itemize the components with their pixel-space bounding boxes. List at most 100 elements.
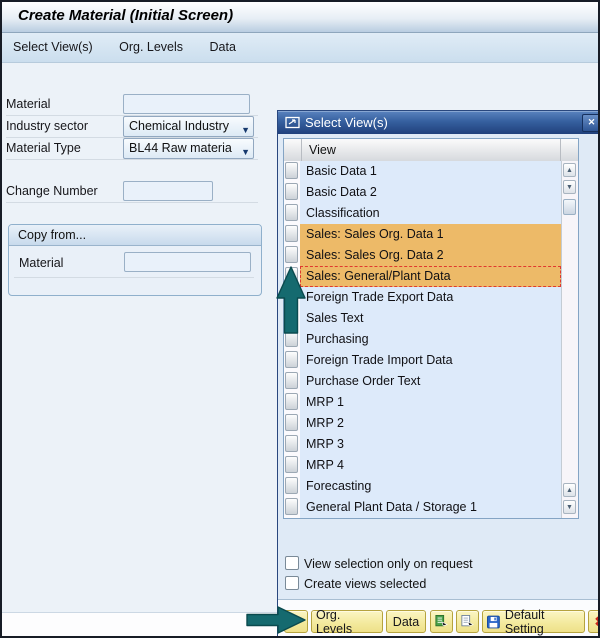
view-name: Foreign Trade Export Data: [300, 287, 561, 308]
select-views-dialog: Select View(s) ✕ View Basic Data 1: [277, 110, 599, 636]
view-name: Classification: [300, 203, 561, 224]
row-selector[interactable]: [285, 477, 298, 494]
scrollbar[interactable]: ▲ ▼ ▲ ▼: [561, 161, 578, 518]
table-row[interactable]: Purchasing: [284, 329, 561, 350]
view-name: Sales: General/Plant Data: [300, 266, 561, 287]
header-corner-cell: [561, 139, 578, 161]
row-selector[interactable]: [285, 435, 298, 452]
org-levels-button[interactable]: Org. Levels: [311, 610, 383, 633]
row-selector[interactable]: [285, 456, 298, 473]
row-selector[interactable]: [285, 414, 298, 431]
create-views-selected-option: Create views selected: [285, 576, 426, 592]
industry-sector-select[interactable]: Chemical Industry ▼: [123, 116, 254, 137]
button-label: Data: [393, 615, 419, 629]
row-selector[interactable]: [285, 183, 298, 200]
view-name: Purchasing: [300, 329, 561, 350]
copy-from-groupbox: Copy from... Material: [8, 224, 262, 296]
copy-from-material-label: Material: [19, 253, 63, 273]
table-row[interactable]: Basic Data 1: [284, 161, 561, 182]
table-row[interactable]: MRP 1: [284, 392, 561, 413]
table-row[interactable]: Sales: Sales Org. Data 2: [284, 245, 561, 266]
table-row[interactable]: Purchase Order Text: [284, 371, 561, 392]
button-label: Org. Levels: [316, 608, 378, 636]
table-row[interactable]: Foreign Trade Export Data: [284, 287, 561, 308]
row-selector[interactable]: [285, 393, 298, 410]
scroll-down-icon[interactable]: ▼: [563, 500, 576, 514]
checkbox[interactable]: [285, 576, 299, 590]
row-selector[interactable]: [285, 225, 298, 242]
row-selector[interactable]: [285, 498, 298, 515]
deselect-all-button[interactable]: [456, 610, 479, 633]
table-row[interactable]: MRP 3: [284, 434, 561, 455]
dialog-title: Select View(s): [305, 115, 388, 130]
toolbar-select-views-button[interactable]: Select View(s): [2, 33, 104, 62]
view-name: MRP 4: [300, 455, 561, 476]
scroll-up-icon[interactable]: ▲: [563, 163, 576, 177]
select-all-button[interactable]: [430, 610, 453, 633]
data-button[interactable]: Data: [386, 610, 426, 633]
table-row[interactable]: General Plant Data / Storage 1: [284, 497, 561, 518]
table-row[interactable]: Sales: Sales Org. Data 1: [284, 224, 561, 245]
toolbar-data-button[interactable]: Data: [199, 33, 247, 62]
sap-window: Create Material (Initial Screen) Select …: [0, 0, 600, 638]
view-name: Sales Text: [300, 308, 561, 329]
page-title: Create Material (Initial Screen): [18, 7, 233, 24]
row-selector[interactable]: [285, 246, 298, 263]
button-label: Default Setting: [505, 608, 580, 636]
divider: [14, 277, 254, 278]
industry-sector-value: Chemical Industry: [129, 119, 229, 133]
views-table: View Basic Data 1 Basic Data 2: [283, 138, 579, 519]
material-type-select[interactable]: BL44 Raw materia ▼: [123, 138, 254, 159]
select-all-header-cell[interactable]: [284, 139, 302, 161]
table-row[interactable]: Classification: [284, 203, 561, 224]
view-name: General Plant Data / Storage 1: [300, 497, 561, 518]
scroll-up-icon[interactable]: ▲: [563, 483, 576, 497]
screen-window-icon: [285, 116, 301, 129]
table-row[interactable]: MRP 2: [284, 413, 561, 434]
table-row[interactable]: Foreign Trade Import Data: [284, 350, 561, 371]
view-name: MRP 1: [300, 392, 561, 413]
row-selector[interactable]: [285, 372, 298, 389]
table-row[interactable]: MRP 4: [284, 455, 561, 476]
table-row[interactable]: Basic Data 2: [284, 182, 561, 203]
table-row[interactable]: Sales Text: [284, 308, 561, 329]
material-type-label: Material Type: [6, 138, 81, 158]
change-number-input[interactable]: [123, 181, 213, 201]
view-name: Sales: Sales Org. Data 2: [300, 245, 561, 266]
copy-from-title: Copy from...: [9, 225, 261, 246]
copy-from-material-input[interactable]: [124, 252, 251, 272]
change-number-label: Change Number: [6, 181, 98, 201]
industry-sector-label: Industry sector: [6, 116, 88, 136]
view-name: Forecasting: [300, 476, 561, 497]
window-titlebar: Create Material (Initial Screen): [2, 2, 598, 33]
table-row[interactable]: Sales: General/Plant Data: [284, 266, 561, 287]
deselect-all-icon: [461, 614, 474, 629]
view-name: Basic Data 1: [300, 161, 561, 182]
toolbar-org-levels-button[interactable]: Org. Levels: [108, 33, 194, 62]
table-body: Basic Data 1 Basic Data 2 Classification: [284, 161, 561, 518]
checkbox[interactable]: [285, 556, 299, 570]
view-name: Purchase Order Text: [300, 371, 561, 392]
checkbox-label: Create views selected: [304, 577, 426, 591]
view-column-header: View: [302, 139, 561, 161]
save-icon: [487, 615, 500, 629]
table-row[interactable]: Forecasting: [284, 476, 561, 497]
view-name: MRP 2: [300, 413, 561, 434]
view-name: Basic Data 2: [300, 182, 561, 203]
material-label: Material: [6, 94, 50, 114]
material-type-value: BL44 Raw materia: [129, 141, 232, 155]
close-icon[interactable]: ✕: [582, 114, 600, 132]
dialog-footer: ✔ Org. Levels Data: [278, 600, 598, 636]
chevron-down-icon: ▼: [241, 143, 250, 162]
scrollbar-thumb[interactable]: [563, 199, 576, 215]
material-input[interactable]: [123, 94, 250, 114]
row-selector[interactable]: [285, 351, 298, 368]
checkbox-label: View selection only on request: [304, 557, 473, 571]
default-setting-button[interactable]: Default Setting: [482, 610, 585, 633]
row-selector[interactable]: [285, 204, 298, 221]
cancel-button[interactable]: ✖: [588, 610, 600, 633]
row-selector[interactable]: [285, 162, 298, 179]
select-all-icon: [435, 614, 448, 629]
dialog-titlebar[interactable]: Select View(s) ✕: [278, 111, 598, 134]
scroll-down-icon[interactable]: ▼: [563, 180, 576, 194]
